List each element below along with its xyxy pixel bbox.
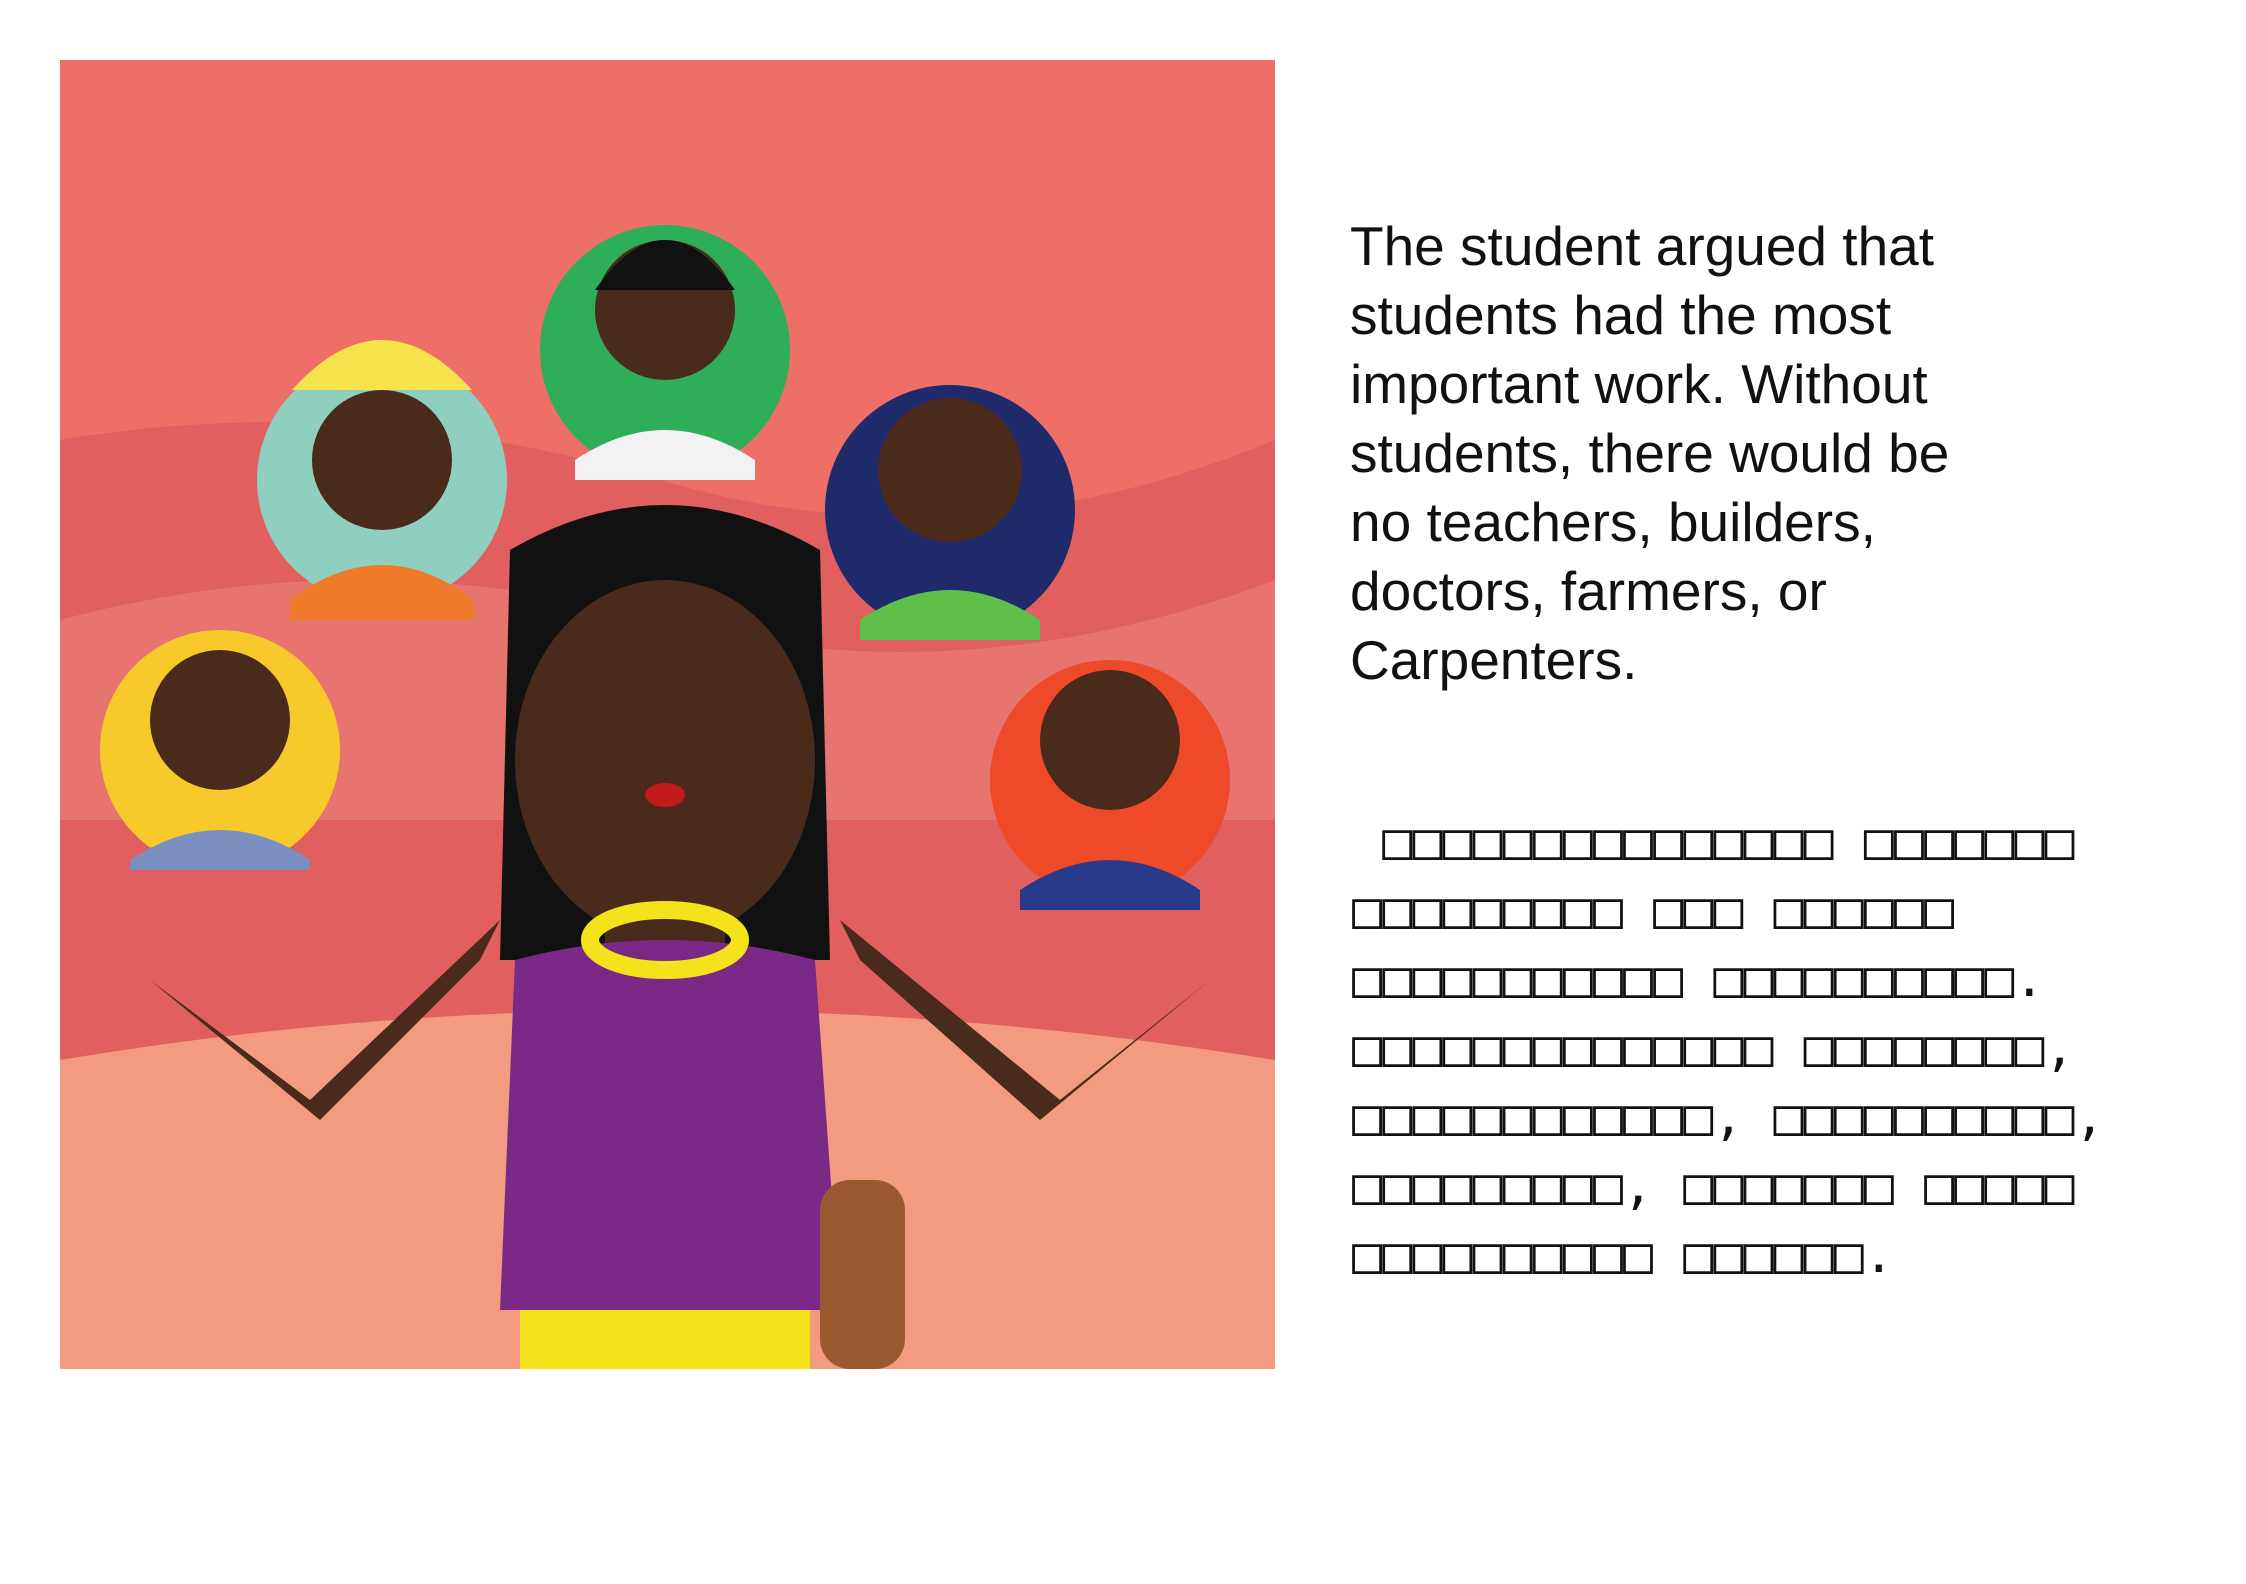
portrait-farmer (100, 630, 340, 870)
translated-paragraph: □□□□□□□□□□□□□□□ □□□□□□□ □□□□□□□□□ □□□ □□… (1352, 812, 2105, 1284)
english-paragraph: The student argued that students had the… (1350, 215, 1950, 691)
illustration-student-professions (60, 60, 1275, 1369)
